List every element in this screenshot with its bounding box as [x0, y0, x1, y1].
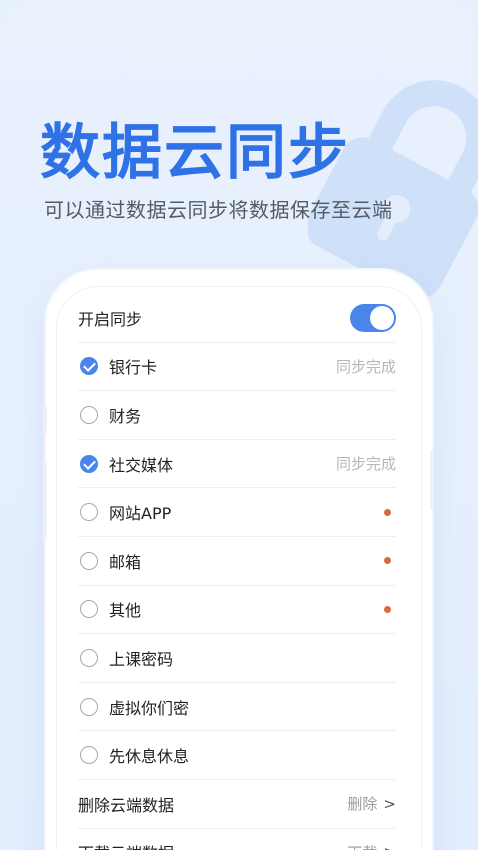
checkbox-empty-icon[interactable]: [80, 746, 98, 765]
action-label: 下载云端数据: [78, 840, 174, 850]
action-value: 下载: [347, 842, 377, 850]
sync-status: 同步完成: [335, 357, 396, 376]
sync-item-row[interactable]: 先休息休息: [78, 731, 396, 780]
screen: 数据云同步 可以通过数据云同步将数据保存至云端 开启同步 银行卡 同步完成 财务 社交…: [0, 0, 478, 850]
phone-side-button: [430, 450, 434, 510]
sync-item-label: 财务: [109, 406, 142, 426]
checkbox-empty-icon[interactable]: [80, 648, 98, 667]
sync-item-label: 网站APP: [109, 504, 172, 524]
chevron-right-icon: >: [383, 794, 396, 813]
action-label: 删除云端数据: [78, 795, 175, 815]
checkbox-empty-icon[interactable]: [80, 697, 98, 716]
phone-side-button: [43, 460, 47, 540]
sync-toggle[interactable]: [350, 303, 396, 332]
action-value: 删除: [347, 795, 378, 814]
checkbox-checked-icon[interactable]: [80, 357, 98, 376]
pending-dot-icon: [384, 557, 391, 565]
sync-item-row[interactable]: 邮箱: [78, 537, 396, 586]
sync-item-row[interactable]: 其他: [78, 586, 396, 635]
sync-status: 同步完成: [335, 455, 396, 474]
sync-item-row[interactable]: 上课密码: [78, 634, 396, 683]
checkbox-empty-icon[interactable]: [80, 503, 98, 522]
sync-item-label: 社交媒体: [109, 455, 174, 475]
sync-settings-list: 开启同步 银行卡 同步完成 财务 社交媒体 同步完成 网站APP 邮箱 其他 上课密码 虚拟你们密…: [78, 294, 396, 850]
sync-item-label: 银行卡: [109, 358, 158, 378]
sync-toggle-row: 开启同步: [78, 294, 396, 343]
chevron-right-icon: >: [383, 843, 396, 850]
sync-item-label: 其他: [109, 601, 142, 621]
sync-item-row[interactable]: 银行卡 同步完成: [78, 343, 396, 392]
pending-dot-icon: [384, 605, 391, 613]
sync-item-label: 上课密码: [109, 649, 174, 669]
checkbox-empty-icon[interactable]: [80, 600, 98, 619]
sync-item-label: 邮箱: [109, 552, 142, 572]
sync-item-row[interactable]: 虚拟你们密: [78, 683, 396, 732]
hero-subtitle: 可以通过数据云同步将数据保存至云端: [44, 198, 393, 222]
toggle-knob: [370, 305, 394, 330]
sync-item-row[interactable]: 社交媒体 同步完成: [78, 440, 396, 489]
sync-item-row[interactable]: 财务: [78, 391, 396, 440]
checkbox-checked-icon[interactable]: [80, 454, 98, 473]
checkbox-empty-icon[interactable]: [80, 551, 98, 570]
pending-dot-icon: [384, 508, 391, 516]
sync-toggle-label: 开启同步: [78, 309, 143, 329]
phone-side-button: [43, 405, 47, 435]
action-row[interactable]: 删除云端数据 删除 >: [78, 780, 396, 829]
sync-item-label: 先休息休息: [109, 747, 190, 767]
sync-item-label: 虚拟你们密: [109, 698, 190, 718]
checkbox-empty-icon[interactable]: [80, 405, 98, 424]
action-row[interactable]: 下载云端数据 下载 >: [78, 829, 396, 850]
sync-item-row[interactable]: 网站APP: [78, 488, 396, 537]
hero-title: 数据云同步: [40, 118, 350, 188]
